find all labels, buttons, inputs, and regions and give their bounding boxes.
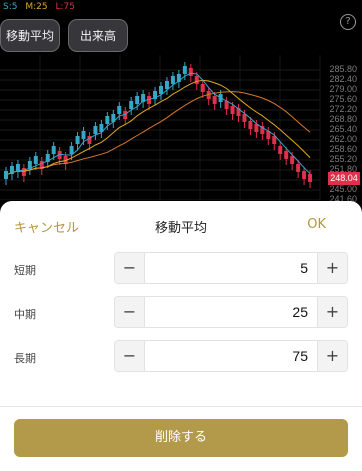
decrement-mid-button[interactable]: −	[115, 297, 145, 327]
price-tick: 258.60	[329, 144, 357, 154]
price-tick: 272.20	[329, 104, 357, 114]
price-tick: 245.00	[329, 184, 357, 194]
candle-body	[69, 146, 74, 154]
price-tick: 255.20	[329, 154, 357, 164]
candle-body	[302, 171, 307, 179]
candle-body	[75, 136, 80, 144]
help-icon[interactable]: ?	[340, 14, 356, 30]
legend-short: S:5	[3, 2, 18, 12]
legend-long: L:75	[55, 2, 75, 12]
increment-long-button[interactable]: +	[317, 341, 347, 371]
stepper-long: − 75 +	[114, 340, 348, 372]
row-mid: 中期 − 25 +	[0, 296, 362, 330]
ok-button[interactable]: OK	[307, 217, 326, 232]
price-tick: 285.80	[329, 64, 357, 74]
candle-body	[51, 146, 56, 154]
candle-body	[129, 101, 134, 109]
mid-period-input[interactable]: 25	[146, 297, 316, 327]
price-tick: 265.40	[329, 124, 357, 134]
candle-body	[212, 96, 217, 104]
candle-body	[33, 156, 38, 164]
price-tick: 282.40	[329, 74, 357, 84]
candle-body	[296, 164, 301, 172]
candle-body	[248, 121, 253, 129]
price-tick: 262.00	[329, 134, 357, 144]
candle-body	[135, 96, 140, 104]
candle-body	[242, 114, 247, 122]
candle-body	[278, 146, 283, 154]
candle-body	[308, 174, 313, 182]
candle-body	[188, 68, 193, 76]
decrement-short-button[interactable]: −	[115, 253, 145, 283]
legend-mid: M:25	[25, 2, 48, 12]
current-price-label: 248.04	[328, 172, 360, 185]
row-label-short: 短期	[14, 264, 36, 277]
price-tick: 268.80	[329, 114, 357, 124]
candle-body	[170, 76, 175, 84]
moving-average-sheet: 移動平均 キャンセル OK 短期 − 5 + 中期 − 25 + 長期 − 75…	[0, 201, 362, 471]
volume-button[interactable]: 出来高	[68, 19, 128, 52]
moving-average-button[interactable]: 移動平均	[0, 19, 60, 52]
candle-body	[105, 116, 110, 124]
candle-body	[194, 76, 199, 84]
price-tick: 279.00	[329, 84, 357, 94]
sheet-header: 移動平均 キャンセル OK	[0, 201, 362, 247]
stepper-short: − 5 +	[114, 252, 348, 284]
candle-body	[164, 81, 169, 89]
stepper-mid: − 25 +	[114, 296, 348, 328]
increment-short-button[interactable]: +	[317, 253, 347, 283]
candlestick-chart[interactable]: S:5 M:25 L:75 移動平均 出来高 ? 285.80 282.40 279…	[0, 0, 362, 204]
cancel-button[interactable]: キャンセル	[14, 217, 79, 236]
row-label-mid: 中期	[14, 308, 36, 321]
app-root: S:5 M:25 L:75 移動平均 出来高 ? 285.80 282.40 279…	[0, 0, 362, 471]
candle-body	[182, 66, 187, 74]
long-period-input[interactable]: 75	[146, 341, 316, 371]
row-long: 長期 − 75 +	[0, 340, 362, 374]
candle-body	[93, 126, 98, 134]
row-short: 短期 − 5 +	[0, 252, 362, 286]
delete-button[interactable]: 削除する	[14, 419, 348, 457]
candle-body	[81, 131, 86, 139]
candle-body	[284, 151, 289, 159]
candle-body	[159, 86, 163, 94]
short-period-input[interactable]: 5	[146, 253, 316, 283]
candle-body	[117, 106, 122, 114]
divider	[0, 406, 362, 407]
ma-mid-line	[5, 79, 311, 176]
candle-body	[230, 106, 235, 114]
price-tick: 275.60	[329, 94, 357, 104]
candle-body	[200, 84, 205, 92]
ma-legend: S:5 M:25 L:75	[3, 2, 80, 12]
ma-long-line	[5, 91, 311, 176]
row-label-long: 長期	[14, 352, 36, 365]
candle-body	[290, 156, 295, 164]
increment-mid-button[interactable]: +	[317, 297, 347, 327]
decrement-long-button[interactable]: −	[115, 341, 145, 371]
